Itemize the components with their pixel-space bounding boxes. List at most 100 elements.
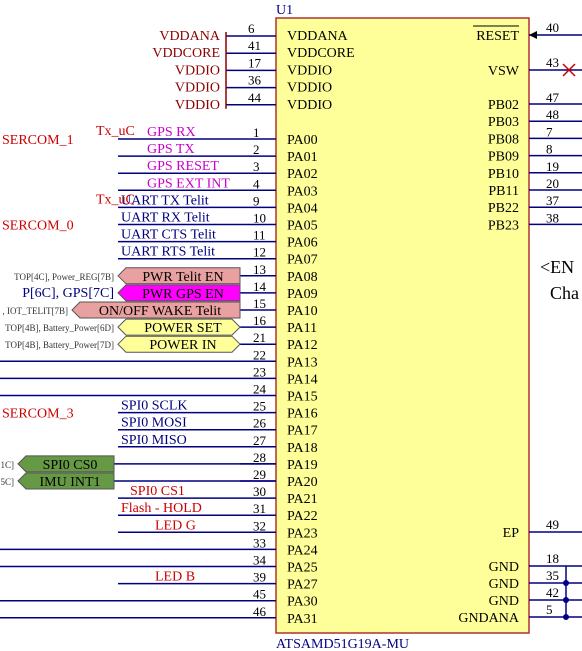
flag-label: PWR Telit EN [142,270,223,285]
pin-name: PA01 [287,150,318,165]
junction-dot [563,580,569,586]
pin-name: PA31 [287,612,318,627]
reset-arrow [529,31,537,39]
pin-name: PA12 [287,338,318,353]
flag-label: ON/OFF WAKE Telit [99,304,221,319]
tx-prefix-label: Tx_uC [96,192,135,207]
flag-reference: TOP[4B], Battery_Power[7D] [5,340,114,350]
chip-part: ATSAMD51G19A-MU [276,637,409,651]
flag-reference: 5C] [1,477,15,487]
net-label: SPI0 CS1 [130,484,185,499]
pin-name: PB11 [488,184,519,199]
pin-number: 11 [253,228,266,243]
pin-number: 35 [546,568,559,583]
flag-label: PWR GPS EN [142,287,224,302]
pin-name: RESET [476,29,519,44]
pin-number: 33 [253,535,266,550]
pin-name: VDDIO [287,63,332,78]
pin-name: VSW [488,64,520,79]
pin-number: 20 [546,176,559,191]
tx-prefix-label: Tx_uC [96,124,135,139]
flag-reference: , IOT_TELIT[7B] [3,306,68,316]
flag-reference: P[6C], GPS[7C] [22,286,114,301]
sercom-label: SERCOM_3 [2,407,74,422]
note-line: <EN [540,257,574,277]
pin-number: 25 [253,399,266,414]
junction-dot [563,614,569,620]
pin-name: PA21 [287,492,318,507]
note-line: Cha [550,283,579,303]
pin-name: VDDIO [287,98,332,113]
pin-number: 42 [546,585,559,600]
pin-name: PB02 [488,98,519,113]
power-net-label: VDDIO [175,81,220,96]
pin-number: 30 [253,484,266,499]
pin-name: PA02 [287,167,318,182]
pin-name: VDDIO [287,81,332,96]
pin-name: PA08 [287,270,318,285]
pin-name: GNDANA [458,611,520,626]
net-label: SPI0 MOSI [121,416,187,431]
pin-number: 7 [546,124,553,139]
pin-name: PA20 [287,475,318,490]
pin-number: 34 [253,553,267,568]
pin-name: PA19 [287,458,318,473]
schematic-canvas: U1ATSAMD51G19A-MU6VDDANAVDDANA41VDDCOREV… [0,3,582,651]
flag-label: POWER IN [149,338,216,353]
pin-number: 38 [546,210,559,225]
pin-number: 37 [546,193,560,208]
flag-label: POWER SET [144,321,222,336]
pin-name: PB10 [488,167,519,182]
pin-number: 23 [253,364,266,379]
flag-label: SPI0 CS0 [43,458,98,473]
pin-number: 26 [253,416,267,431]
net-label: GPS TX [147,142,195,157]
flag-reference: 1C] [1,460,15,470]
junction-dot [563,597,569,603]
pin-number: 29 [253,467,266,482]
pin-name: PA15 [287,390,318,405]
pin-number: 32 [253,518,266,533]
net-label: UART RTS Telit [121,245,215,260]
pin-number: 12 [253,245,266,260]
pin-number: 44 [248,90,262,105]
pin-name: EP [503,526,520,541]
pin-name: PA04 [287,201,318,216]
pin-name: PB23 [488,218,519,233]
pin-name: GND [489,594,519,609]
power-net-label: VDDCORE [152,46,220,61]
pin-name: PB03 [488,115,519,130]
pin-name: PA24 [287,543,318,558]
pin-name: PA23 [287,526,318,541]
pin-number: 22 [253,347,266,362]
pin-number: 3 [253,159,260,174]
power-net-label: VDDANA [159,29,221,44]
pin-number: 1 [253,125,260,140]
pin-name: PA18 [287,441,318,456]
sercom-label: SERCOM_1 [2,133,74,148]
pin-number: 36 [248,73,262,88]
pin-number: 48 [546,107,559,122]
pin-number: 28 [253,450,266,465]
pin-name: PA11 [287,321,317,336]
pin-number: 40 [546,20,559,35]
pin-name: PA00 [287,133,318,148]
pin-number: 49 [546,517,559,532]
pin-name: PA07 [287,253,318,268]
pin-name: GND [489,560,519,575]
net-label: LED G [155,518,196,533]
pin-number: 21 [253,330,266,345]
pin-number: 47 [546,90,560,105]
pin-name: PA13 [287,355,318,370]
pin-name: PA05 [287,219,318,234]
power-net-label: VDDIO [175,98,220,113]
net-label: SPI0 SCLK [121,399,188,414]
chip-ref: U1 [276,3,293,18]
pin-number: 24 [253,382,267,397]
pin-name: PA03 [287,184,318,199]
power-net-label: VDDIO [175,63,220,78]
pin-number: 5 [546,602,553,617]
pin-name: PA25 [287,561,318,576]
sercom-label: SERCOM_0 [2,219,74,234]
net-label: UART RX Telit [121,211,210,226]
